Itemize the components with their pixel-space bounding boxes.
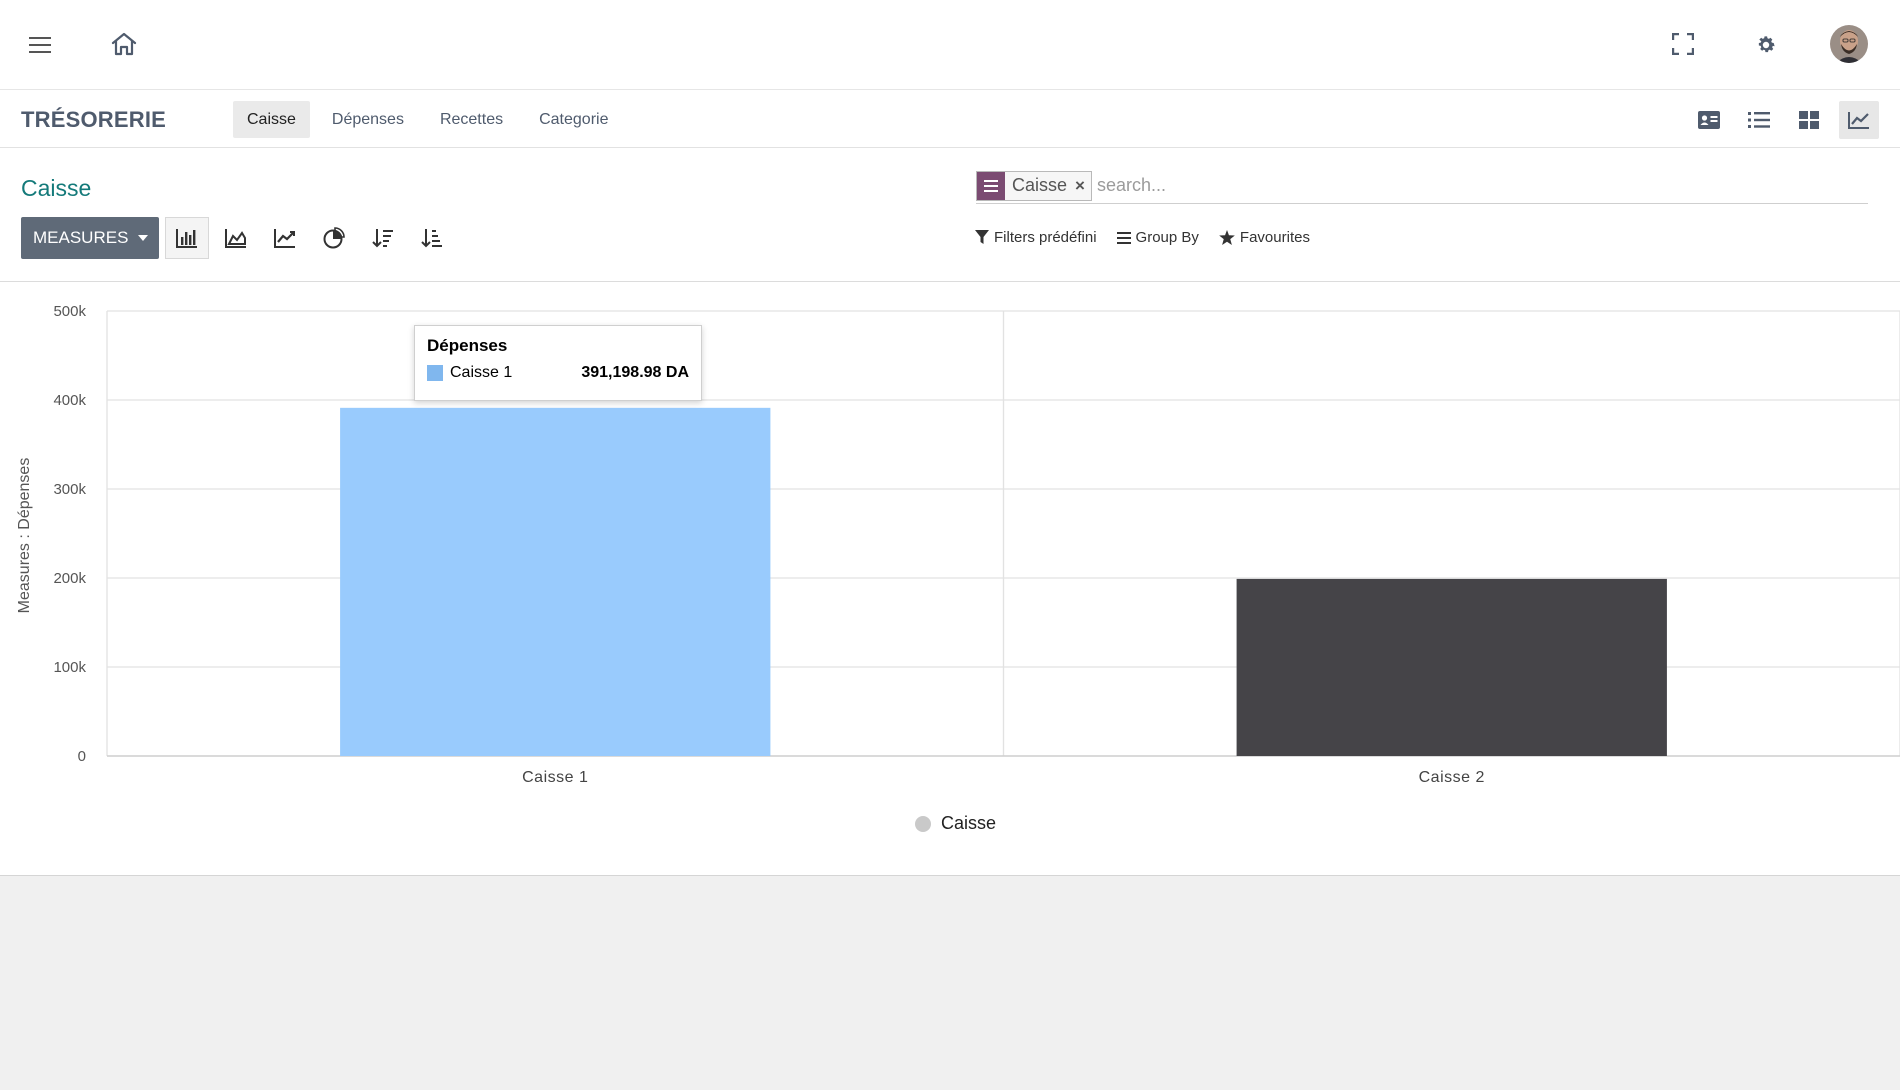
filters-label: Filters prédéfini — [994, 229, 1097, 246]
filters-dropdown[interactable]: Filters prédéfini — [975, 229, 1097, 246]
facet-remove-icon[interactable]: × — [1075, 176, 1091, 196]
star-icon — [1219, 230, 1235, 245]
tooltip-title: Dépenses — [427, 336, 508, 355]
bar-chart-icon[interactable] — [165, 217, 209, 259]
caret-down-icon — [138, 235, 148, 241]
tooltip-value: 391,198.98 DA — [581, 364, 689, 381]
search-facet: Caisse × — [976, 170, 1092, 201]
tab-recettes[interactable]: Recettes — [426, 101, 517, 138]
top-navbar — [0, 0, 1900, 90]
tab-caisse[interactable]: Caisse — [233, 101, 310, 138]
line-chart-icon[interactable] — [263, 217, 307, 259]
legend-dot — [915, 815, 931, 832]
kanban-card-icon[interactable] — [1689, 101, 1729, 139]
sort-descending-icon[interactable] — [361, 217, 405, 259]
favourites-dropdown[interactable]: Favourites — [1219, 229, 1310, 246]
x-tick-label: Caisse 1 — [522, 769, 588, 786]
groupby-icon — [1116, 231, 1131, 244]
pie-chart-icon[interactable] — [312, 217, 356, 259]
chart-tooltip: Dépenses Caisse 1 391,198.98 DA — [414, 325, 702, 401]
y-tick-label: 100k — [53, 659, 86, 676]
bar-1[interactable] — [340, 407, 771, 756]
page-title: Caisse — [21, 175, 92, 201]
grid-icon[interactable] — [1789, 101, 1829, 139]
groupby-label: Group By — [1135, 229, 1199, 246]
home-icon[interactable] — [108, 28, 140, 60]
chart-legend[interactable]: Caisse — [915, 813, 996, 834]
tab-categorie[interactable]: Categorie — [525, 101, 622, 138]
search-facet-label: Caisse — [1012, 175, 1068, 195]
measures-label: MEASURES — [33, 228, 129, 247]
tooltip-label: Caisse 1 — [450, 364, 513, 381]
favourites-label: Favourites — [1239, 229, 1310, 246]
y-tick-label: 500k — [53, 303, 86, 320]
groupby-dropdown[interactable]: Group By — [1116, 229, 1199, 246]
module-bar: TRÉSORERIE Caisse Dépenses Recettes Cate… — [0, 90, 1900, 148]
fullscreen-icon[interactable] — [1668, 29, 1698, 59]
y-tick-label: 300k — [53, 481, 86, 498]
search-bar: Caisse × — [976, 168, 1868, 204]
filter-icon — [975, 230, 989, 244]
y-tick-label: 400k — [53, 392, 86, 409]
view-switcher — [1689, 101, 1879, 139]
graph-icon[interactable] — [1839, 101, 1879, 139]
search-input[interactable] — [1096, 175, 1797, 196]
graph-view: 0 100k 200k 300k 400k 500k Caisse 1 Caisse 2 Mea… — [0, 282, 1900, 876]
module-tabs: Caisse Dépenses Recettes Categorie — [233, 101, 630, 138]
group-facet-icon — [977, 171, 1005, 200]
tab-depenses[interactable]: Dépenses — [318, 101, 418, 138]
sort-ascending-icon[interactable] — [410, 217, 454, 259]
bar-2[interactable] — [1236, 578, 1667, 756]
search-options: Filters prédéfini Group By Favourites — [975, 229, 1330, 246]
tooltip-swatch — [427, 365, 443, 381]
area-chart-icon[interactable] — [214, 217, 258, 259]
y-axis-title: Measures : Dépenses — [16, 458, 33, 614]
y-tick-label: 0 — [78, 748, 86, 765]
control-panel: Caisse MEASURES Caisse × search... Filte… — [0, 148, 1900, 282]
legend-label: Caisse — [941, 813, 997, 833]
chart-type-toolbar — [165, 217, 459, 259]
gear-icon[interactable] — [1751, 30, 1781, 60]
hamburger-menu-icon[interactable] — [25, 30, 55, 60]
tooltip-row: Caisse 1 391,198.98 DA — [427, 364, 689, 382]
measures-dropdown-button[interactable]: MEASURES — [21, 217, 159, 259]
list-icon[interactable] — [1739, 101, 1779, 139]
user-avatar[interactable] — [1830, 25, 1868, 63]
module-title: TRÉSORERIE — [21, 107, 167, 132]
x-tick-label: Caisse 2 — [1419, 769, 1485, 786]
y-tick-label: 200k — [53, 570, 86, 587]
bar-chart: 0 100k 200k 300k 400k 500k Caisse 1 Caisse 2 Mea… — [16, 303, 1900, 786]
